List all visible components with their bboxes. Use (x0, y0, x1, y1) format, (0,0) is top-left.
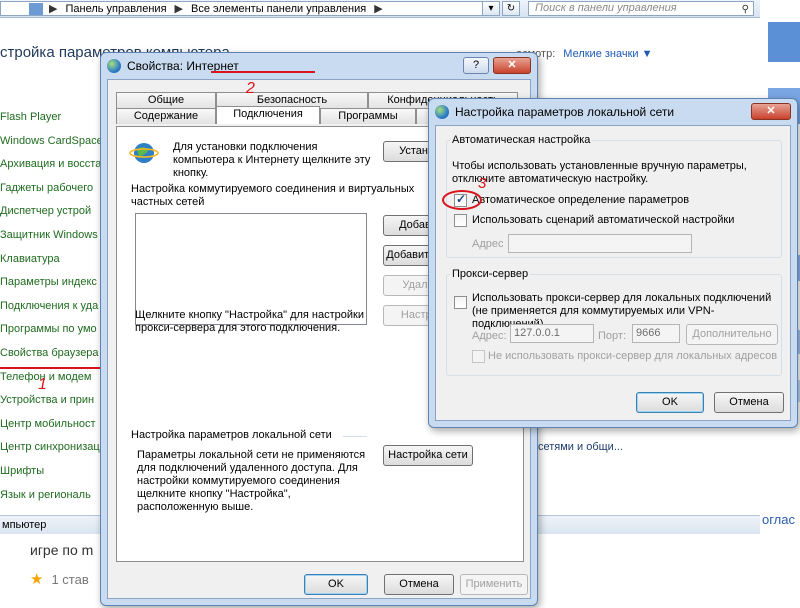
dialog-body: Автоматическая настройка Чтобы использов… (435, 125, 791, 421)
proxy-address-label: Адрес: (472, 330, 507, 342)
help-button[interactable]: ? (463, 57, 489, 74)
cp-item-browser-properties[interactable]: Свойства браузера (0, 346, 103, 370)
ok-button[interactable]: OK (304, 574, 368, 595)
cp-item[interactable]: Windows CardSpace (0, 134, 103, 158)
annotation-number-3: 3 (478, 175, 487, 192)
bg-block (768, 22, 800, 62)
dialup-header: Настройка коммутируемого соединения и ви… (131, 183, 415, 208)
port-label: Порт: (598, 330, 626, 342)
globe-icon (129, 143, 159, 163)
view-value[interactable]: Мелкие значки ▼ (563, 48, 652, 60)
port-input[interactable]: 9666 (632, 324, 680, 343)
cp-item[interactable]: Устройства и прин (0, 393, 103, 417)
tab-general[interactable]: Общие (116, 92, 216, 108)
bg-rating: ★ 1 став (30, 570, 89, 588)
search-input[interactable]: Поиск в панели управления ⚲ (528, 1, 754, 16)
auto-config-description: Чтобы использовать установленные вручную… (452, 160, 747, 185)
use-script-label: Использовать сценарий автоматической нас… (472, 214, 735, 226)
auto-detect-label: Автоматическое определение параметров (472, 194, 690, 206)
bg-page-text: игре по m (30, 542, 94, 558)
cp-item-network-center[interactable]: сетями и общи... (538, 441, 623, 453)
bypass-local-label: Не использовать прокси-сервер для локаль… (488, 350, 778, 362)
use-proxy-checkbox[interactable] (454, 296, 467, 309)
internet-options-icon (435, 105, 449, 119)
cancel-button[interactable]: Отмена (714, 392, 784, 413)
address-bar[interactable]: ▶ Панель управления ▶ Все элементы панел… (0, 1, 492, 16)
annotation-underline (0, 367, 100, 369)
settings-hint: Щелкните кнопку "Настройка" для настройк… (135, 309, 364, 334)
search-placeholder: Поиск в панели управления (535, 2, 677, 14)
bypass-local-checkbox[interactable] (472, 350, 485, 363)
tab-programs[interactable]: Программы (320, 108, 416, 124)
cp-item[interactable]: Центр мобильност (0, 417, 103, 441)
use-script-checkbox[interactable] (454, 214, 467, 227)
internet-options-icon (107, 59, 121, 73)
cp-item[interactable]: Архивация и восста (0, 157, 103, 181)
annotation-underline (211, 71, 315, 73)
cp-item[interactable]: Клавиатура (0, 252, 103, 276)
cp-item[interactable]: Диспетчер устрой (0, 204, 103, 228)
annotation-circle (442, 190, 482, 210)
cp-item[interactable]: Центр синхронизац (0, 440, 103, 464)
breadcrumb-separator-icon: ▶ (374, 3, 383, 15)
tab-content[interactable]: Содержание (116, 108, 216, 124)
breadcrumb-separator-icon: ▶ (49, 3, 58, 15)
cp-item[interactable]: Телефон и модем (0, 370, 103, 394)
control-panel-icon (29, 2, 43, 15)
close-button[interactable]: ✕ (493, 57, 531, 74)
cp-item[interactable]: Flash Player (0, 110, 103, 134)
control-panel-item-list: Flash Player Windows CardSpace Архивация… (0, 110, 103, 511)
annotation-number-1: 1 (38, 376, 47, 393)
cp-item[interactable]: Шрифты (0, 464, 103, 488)
lan-settings-dialog: Настройка параметров локальной сети ✕ Ав… (428, 98, 798, 428)
ok-button[interactable]: OK (636, 392, 704, 413)
advanced-button[interactable]: Дополнительно (686, 324, 778, 345)
rating-text: 1 став (51, 572, 89, 587)
cp-item[interactable]: Защитник Windows (0, 228, 103, 252)
cp-item[interactable]: Программы по умо (0, 322, 103, 346)
lan-description: Параметры локальной сети не применяются … (137, 449, 366, 513)
proxy-address-input[interactable]: 127.0.0.1 (510, 324, 594, 343)
script-address-label: Адрес (472, 238, 504, 250)
tab-connections[interactable]: Подключения (216, 106, 320, 124)
annotation-number-2: 2 (246, 80, 255, 97)
cp-item[interactable]: Язык и региональ (0, 488, 103, 512)
setup-description: Для установки подключения компьютера к И… (173, 141, 371, 179)
cp-item[interactable]: Параметры индекс (0, 275, 103, 299)
lan-settings-button[interactable]: Настройка сети (383, 445, 473, 466)
cancel-button[interactable]: Отмена (384, 574, 454, 595)
dialog-title: Настройка параметров локальной сети (455, 105, 675, 119)
breadcrumb-control-panel[interactable]: Панель управления (61, 3, 170, 15)
apply-button[interactable]: Применить (460, 574, 528, 595)
cp-item[interactable]: Подключения к уда (0, 299, 103, 323)
close-button[interactable]: ✕ (751, 103, 791, 120)
divider (343, 436, 367, 437)
dialog-titlebar: Настройка параметров локальной сети (435, 103, 674, 121)
proxy-group-label: Прокси-сервер (450, 268, 531, 280)
bg-link[interactable]: оглас (762, 512, 795, 527)
refresh-icon[interactable]: ↻ (502, 1, 520, 16)
search-icon[interactable]: ⚲ (742, 3, 749, 16)
star-icon: ★ (30, 571, 44, 588)
lan-header: Настройка параметров локальной сети (131, 429, 332, 441)
address-dropdown-icon[interactable]: ▾ (482, 1, 500, 16)
auto-config-label: Автоматическая настройка (450, 134, 593, 146)
breadcrumb-all-items[interactable]: Все элементы панели управления (187, 3, 370, 15)
cp-item[interactable]: Гаджеты рабочего (0, 181, 103, 205)
breadcrumb-separator-icon: ▶ (174, 3, 183, 15)
address-bar-area: ▶ Панель управления ▶ Все элементы панел… (0, 0, 770, 18)
script-address-input[interactable] (508, 234, 692, 253)
